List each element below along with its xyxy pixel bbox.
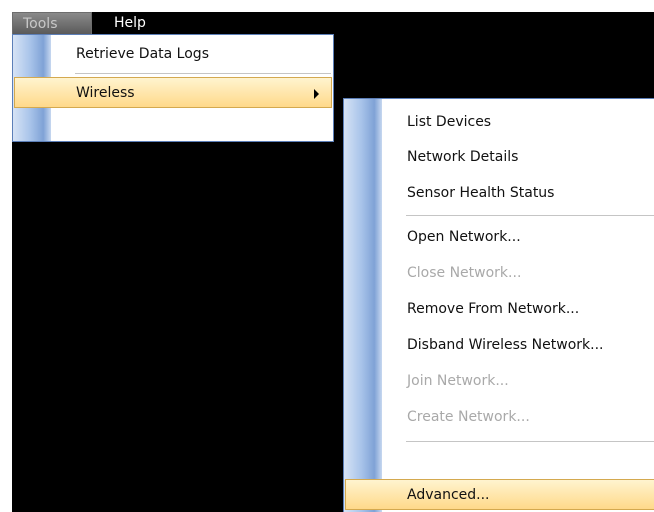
menu-separator — [75, 73, 331, 75]
tools-dropdown: Retrieve Data Logs Wireless — [12, 34, 334, 142]
submenu-arrow-icon — [314, 89, 319, 99]
menu-item-sensor-health-status[interactable]: Sensor Health Status — [345, 178, 654, 209]
menu-item-network-details[interactable]: Network Details — [345, 142, 654, 173]
menu-separator — [406, 215, 654, 217]
menu-item-open-network[interactable]: Open Network... — [345, 222, 654, 253]
menu-item-close-network: Close Network... — [407, 265, 522, 281]
menu-item-wireless[interactable]: Wireless — [14, 77, 332, 108]
menu-item-advanced[interactable]: Advanced... — [345, 479, 654, 510]
menu-tools[interactable]: Tools — [12, 12, 92, 34]
menu-item-list-devices[interactable]: List Devices — [345, 107, 654, 138]
menu-item-wireless-label: Wireless — [76, 85, 135, 101]
menu-help[interactable]: Help — [104, 12, 164, 34]
app-window: Tools Help Retrieve Data Logs Wireless L… — [12, 12, 654, 512]
menu-item-retrieve-data-logs[interactable]: Retrieve Data Logs — [14, 39, 332, 70]
menu-bar: Tools Help — [12, 12, 654, 34]
menu-item-join-network: Join Network... — [407, 373, 509, 389]
menu-item-create-network: Create Network... — [407, 409, 530, 425]
menu-item-disband-wireless-network[interactable]: Disband Wireless Network... — [345, 330, 654, 361]
wireless-submenu: List Devices Network Details Sensor Heal… — [343, 98, 654, 512]
menu-separator — [406, 441, 654, 443]
menu-item-remove-from-network[interactable]: Remove From Network... — [345, 294, 654, 325]
